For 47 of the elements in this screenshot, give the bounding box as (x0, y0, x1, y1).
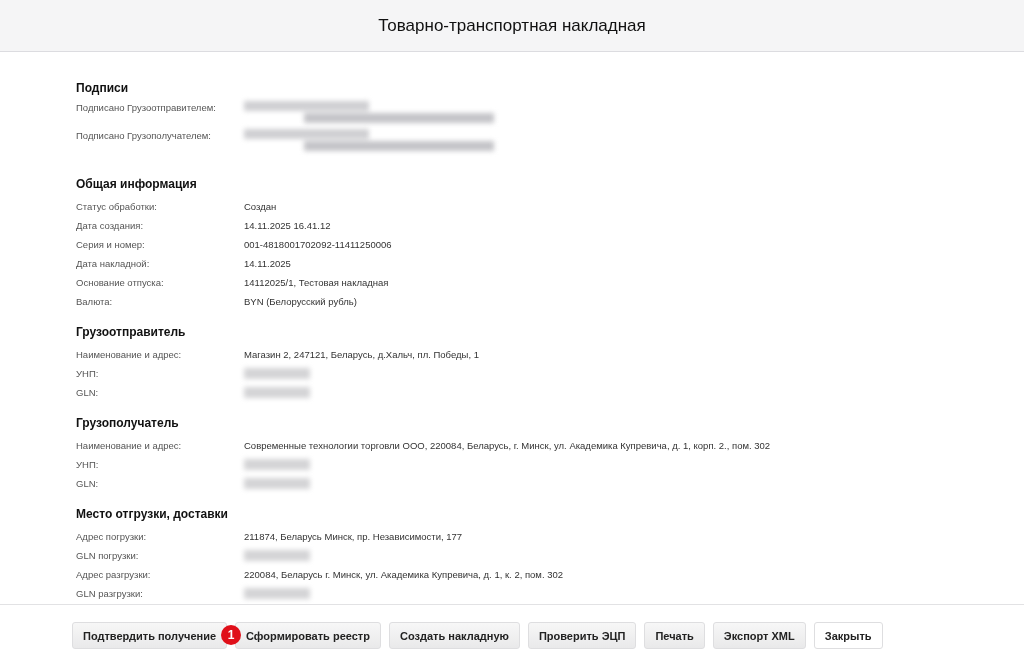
field-value: 14112025/1, Тестовая накладная (244, 275, 389, 290)
action-button[interactable]: Сформировать реестр (235, 622, 381, 649)
field-label: Подписано Грузополучателем: (76, 129, 212, 143)
action-button[interactable]: Печать (644, 622, 705, 649)
field-label: УНП: (76, 457, 100, 472)
field-label: Валюта: (76, 294, 114, 309)
section-heading: Место отгрузки, доставки (76, 506, 229, 522)
field-label: Наименование и адрес: (76, 347, 183, 362)
field-label: GLN: (76, 476, 100, 491)
field-value: Магазин 2, 247121, Беларусь, д.Хальч, пл. Победы, 1 (244, 347, 479, 362)
field-label: Дата создания: (76, 218, 145, 233)
field-label: Наименование и адрес: (76, 438, 183, 453)
field-value: 001-4818001702092-11411250006 (244, 237, 392, 252)
field-label: Статус обработки: (76, 199, 158, 214)
action-button[interactable]: Создать накладную (388, 622, 520, 649)
section-heading: Грузополучатель (76, 415, 180, 431)
action-button[interactable]: Проверить ЭЦП (527, 622, 637, 649)
action-button[interactable]: Подтвердить получение (72, 622, 228, 649)
field-value: 14.11.2025 16.41.12 (244, 218, 331, 233)
redacted-value (244, 588, 310, 599)
field-label: Серия и номер: (76, 237, 146, 252)
field-value: BYN (Белорусский рубль) (244, 294, 357, 309)
field-label: Адрес разгрузки: (76, 567, 152, 582)
section-heading: Общая информация (76, 176, 198, 192)
action-button[interactable]: Экспорт XML (712, 622, 806, 649)
field-label: GLN погрузки: (76, 548, 140, 563)
redacted-value (244, 387, 310, 398)
field-label: УНП: (76, 366, 100, 381)
action-button[interactable]: Закрыть (813, 622, 883, 649)
field-value: 220084, Беларусь г. Минск, ул. Академика Купревича, д. 1, к. 2, пом. 302 (244, 567, 564, 582)
redacted-value (244, 459, 310, 470)
section-heading: Грузоотправитель (76, 324, 187, 340)
field-value: 211874, Беларусь Минск, пр. Независимости, 177 (244, 529, 463, 544)
redacted-value (244, 368, 310, 379)
page-title: Товарно-транспортная накладная (378, 15, 646, 36)
field-label: Подписано Грузоотправителем: (76, 101, 217, 115)
field-value: Создан (244, 199, 277, 214)
redacted-value (244, 478, 310, 489)
field-label: Основание отпуска: (76, 275, 165, 290)
field-label: Дата накладной: (76, 256, 151, 271)
redacted-value (244, 550, 310, 561)
field-label: Адрес погрузки: (76, 529, 148, 544)
field-label: GLN разгрузки: (76, 586, 144, 601)
field-label: GLN: (76, 385, 100, 400)
field-value: Современные технологии торговли ООО, 220084, Беларусь, г. Минск, ул. Академика Купревича, д. 1, корп. 2., пом. 302 (244, 438, 771, 453)
field-value: 14.11.2025 (244, 256, 291, 271)
section-heading: Подписи (76, 80, 130, 96)
